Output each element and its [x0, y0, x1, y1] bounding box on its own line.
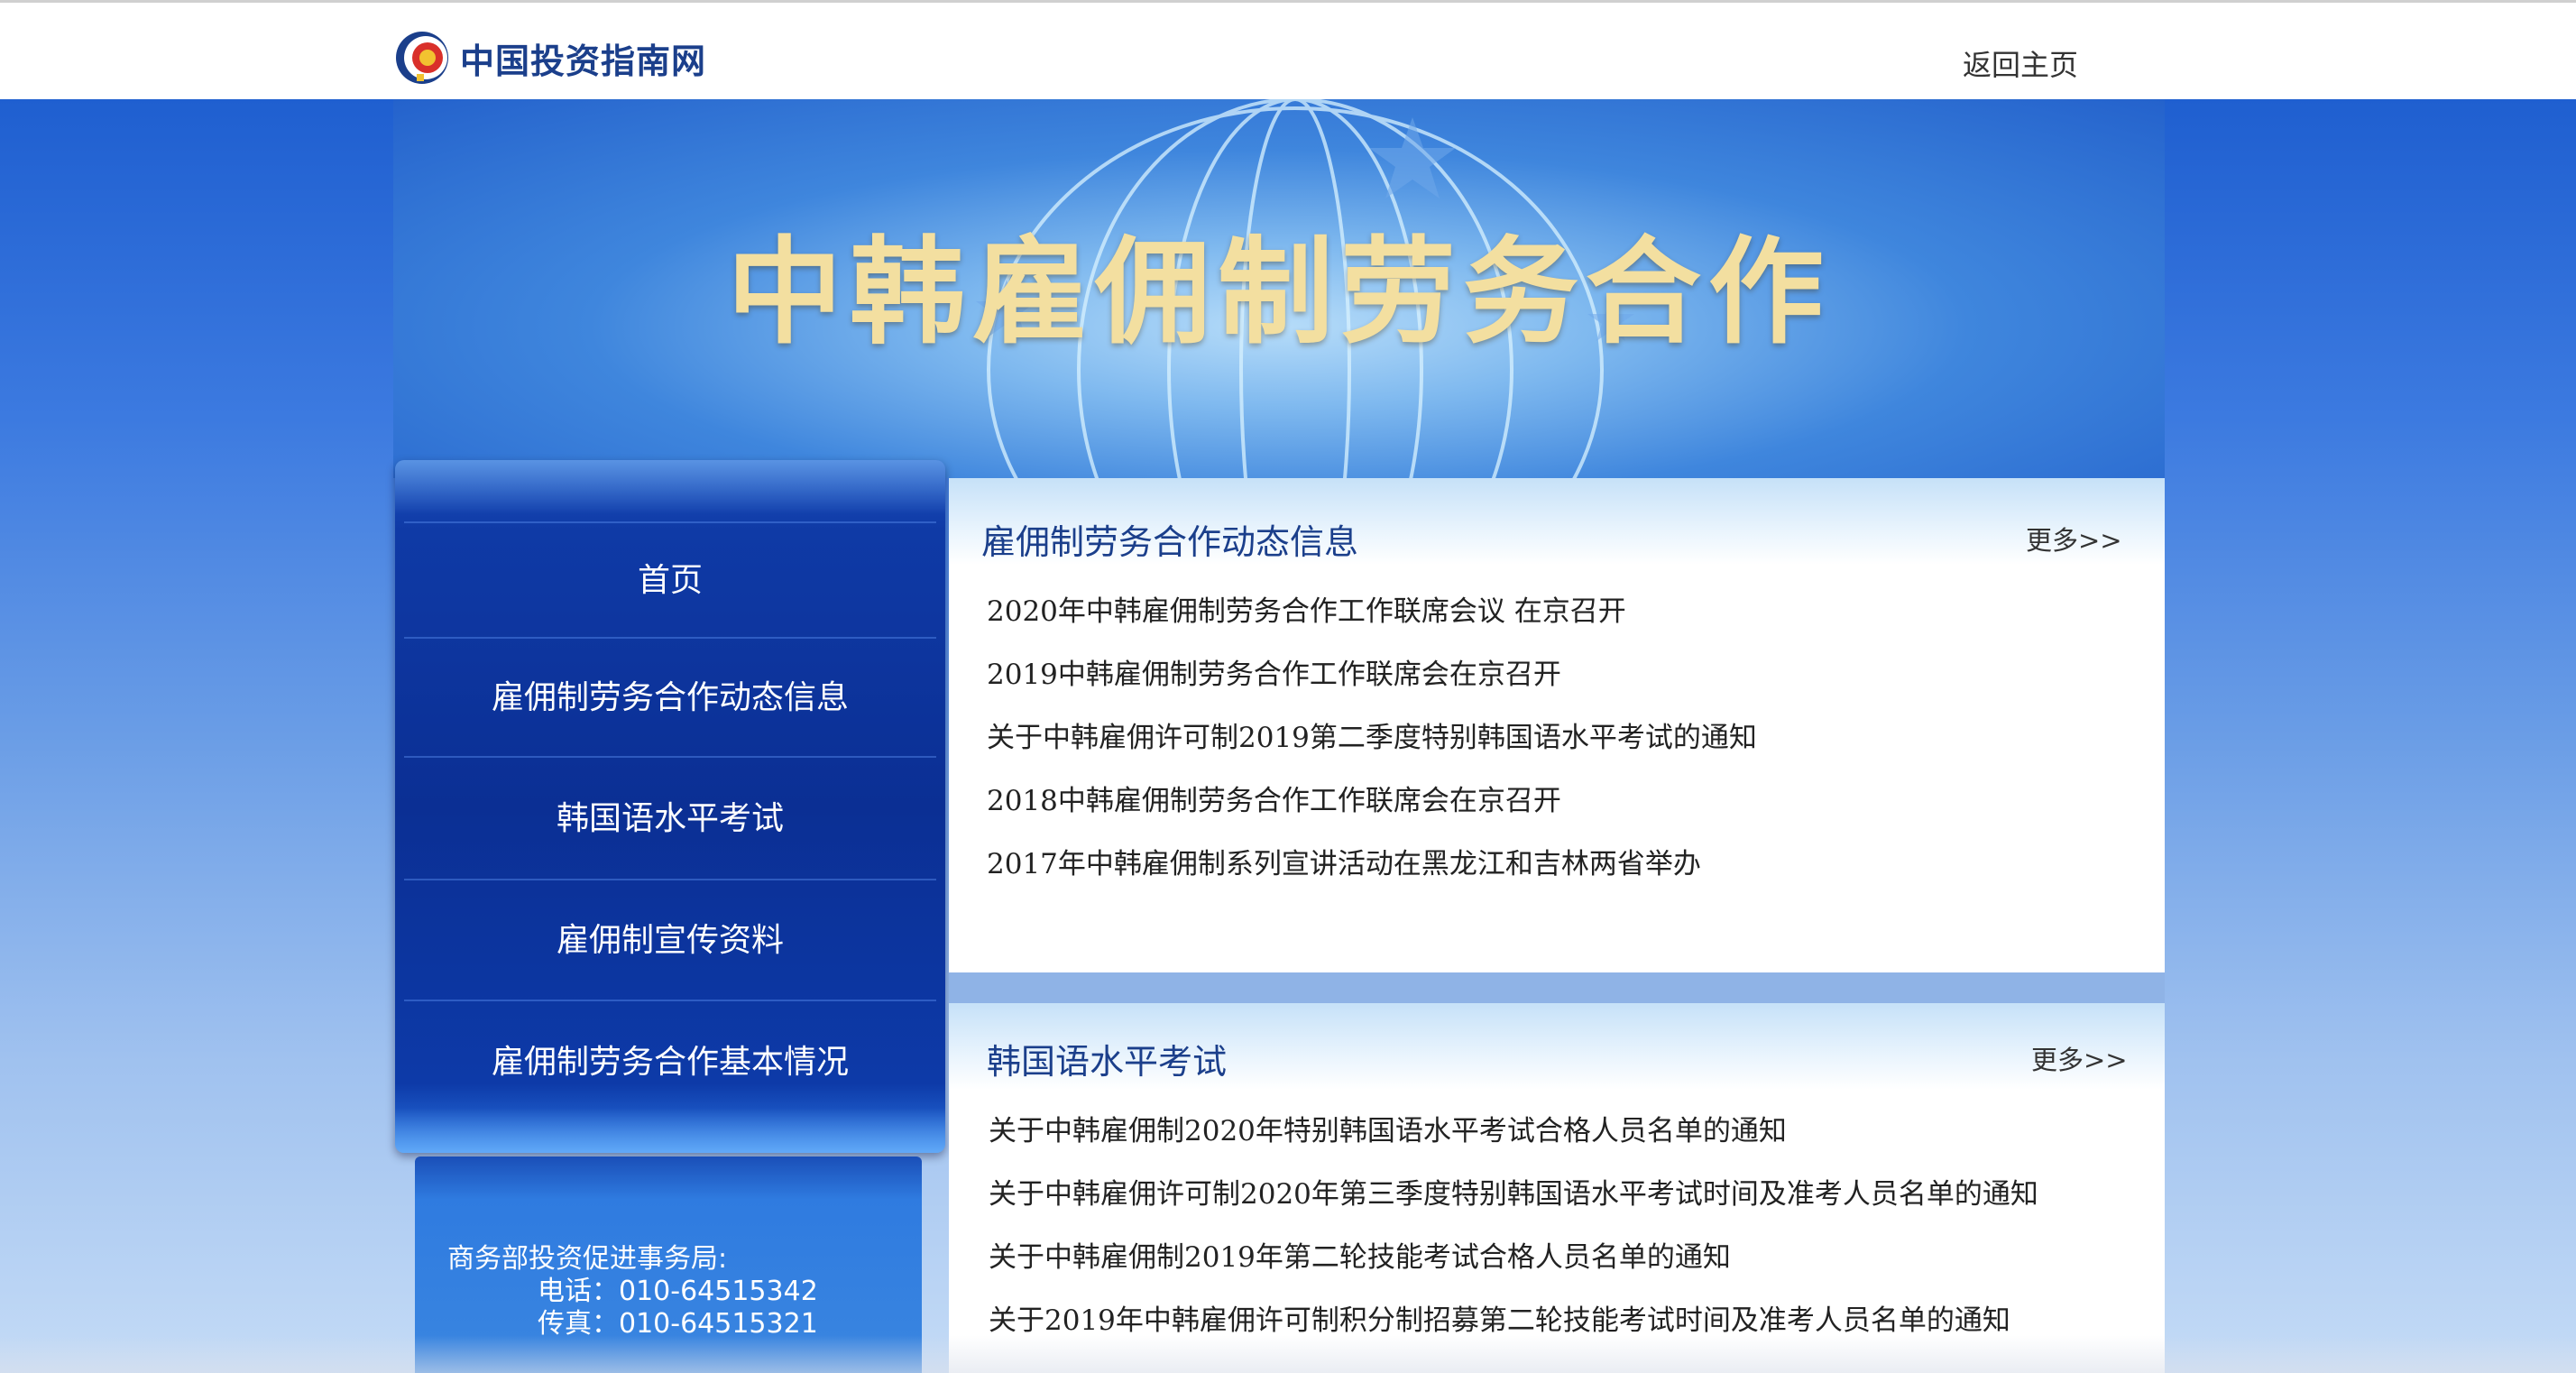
news-panel: 雇佣制劳务合作动态信息 更多>> 2020年中韩雇佣制劳务合作工作联席会议 在京…: [949, 478, 2165, 972]
news-item[interactable]: 2020年中韩雇佣制劳务合作工作联席会议 在京召开: [987, 588, 1626, 629]
sidebar-item-materials[interactable]: 雇佣制宣传资料: [404, 879, 936, 1001]
exam-item[interactable]: 关于中韩雇佣制2019年第二轮技能考试合格人员名单的通知: [989, 1234, 1731, 1275]
news-item[interactable]: 关于中韩雇佣许可制2019第二季度特别韩国语水平考试的通知: [987, 714, 1757, 755]
nav-glow-top: [395, 460, 945, 514]
exam-item[interactable]: 关于中韩雇佣许可制2020年第三季度特别韩国语水平考试时间及准考人员名单的通知: [989, 1171, 2038, 1212]
news-panel-title[interactable]: 雇佣制劳务合作动态信息: [981, 514, 1358, 564]
exam-item[interactable]: 关于中韩雇佣制2020年特别韩国语水平考试合格人员名单的通知: [989, 1108, 1787, 1148]
korean-exam-panel-title[interactable]: 韩国语水平考试: [987, 1034, 1227, 1083]
home-link[interactable]: 返回主页: [1963, 42, 2078, 84]
banner: 中韩雇佣制劳务合作: [393, 99, 2165, 478]
exam-item[interactable]: 关于2019年中韩雇佣许可制积分制招募第二轮技能考试时间及准考人员名单的通知: [989, 1297, 2010, 1338]
news-item[interactable]: 2018中韩雇佣制劳务合作工作联席会在京召开: [987, 778, 1561, 818]
korean-exam-more-link[interactable]: 更多>>: [2031, 1039, 2128, 1077]
site-logo[interactable]: 中国投资指南网: [393, 26, 706, 89]
sidebar-nav: 首页 雇佣制劳务合作动态信息 韩国语水平考试 雇佣制宣传资料 雇佣制劳务合作基本…: [395, 460, 945, 1153]
sidebar-item-home[interactable]: 首页: [404, 521, 936, 639]
sidebar-item-korean-exam[interactable]: 韩国语水平考试: [404, 756, 936, 880]
banner-title: 中韩雇佣制劳务合作: [726, 226, 1831, 360]
nav-glow-bottom: [395, 1108, 945, 1153]
news-item[interactable]: 2017年中韩雇佣制系列宣讲活动在黑龙江和吉林两省举办: [987, 841, 1701, 881]
sidebar-item-news[interactable]: 雇佣制劳务合作动态信息: [404, 637, 936, 758]
news-more-link[interactable]: 更多>>: [2026, 520, 2122, 557]
korean-exam-panel: 韩国语水平考试 更多>> 关于中韩雇佣制2020年特别韩国语水平考试合格人员名单…: [949, 1003, 2165, 1373]
top-header: 中国投资指南网 返回主页: [0, 0, 2576, 99]
news-item[interactable]: 2019中韩雇佣制劳务合作工作联席会在京召开: [987, 651, 1561, 692]
sidebar-item-overview[interactable]: 雇佣制劳务合作基本情况: [404, 1000, 936, 1124]
emblem-icon: [393, 29, 451, 87]
site-name: 中国投资指南网: [460, 41, 707, 81]
bottom-fade: [0, 1335, 2576, 1373]
panel-divider: [949, 972, 2165, 1003]
